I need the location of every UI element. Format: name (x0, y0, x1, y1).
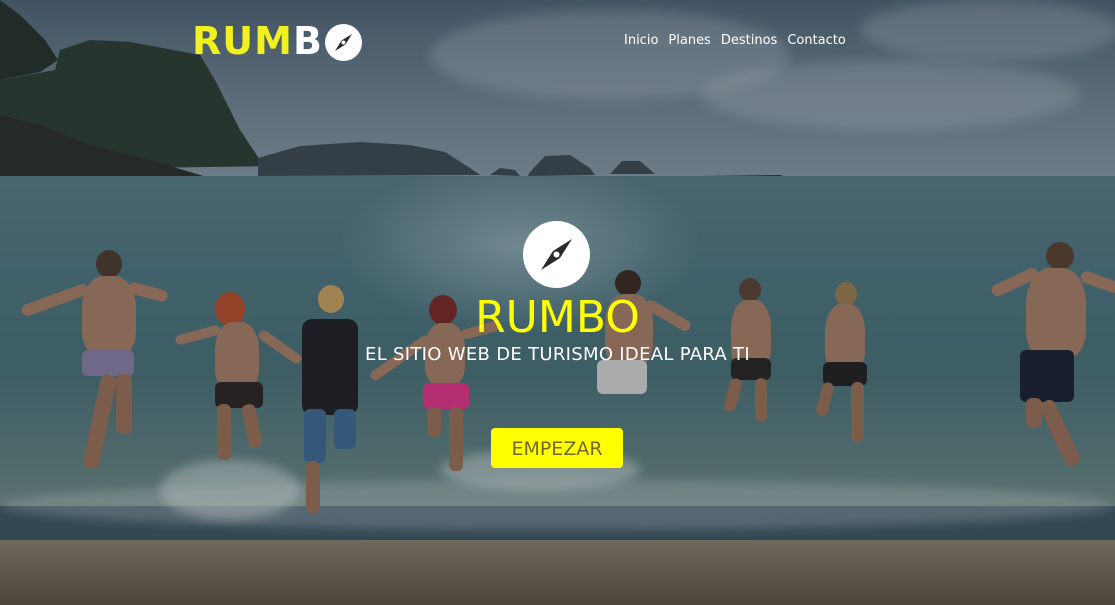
hero-title: RUMBO (475, 292, 640, 343)
logo-text-white: B (292, 19, 323, 63)
logo-text-yellow: RUM (192, 19, 293, 63)
nav-item-destinos[interactable]: Destinos (721, 33, 777, 49)
compass-icon (523, 221, 590, 288)
main-nav: Inicio Planes Destinos Contacto (624, 33, 846, 49)
brand-logo[interactable]: RUM B O (192, 18, 362, 64)
nav-item-contacto[interactable]: Contacto (787, 33, 846, 49)
start-button[interactable]: EMPEZAR (491, 428, 623, 468)
nav-item-inicio[interactable]: Inicio (624, 33, 658, 49)
hero-subtitle: EL SITIO WEB DE TURISMO IDEAL PARA TI (365, 344, 750, 365)
compass-icon (324, 23, 362, 61)
nav-item-planes[interactable]: Planes (668, 33, 710, 49)
